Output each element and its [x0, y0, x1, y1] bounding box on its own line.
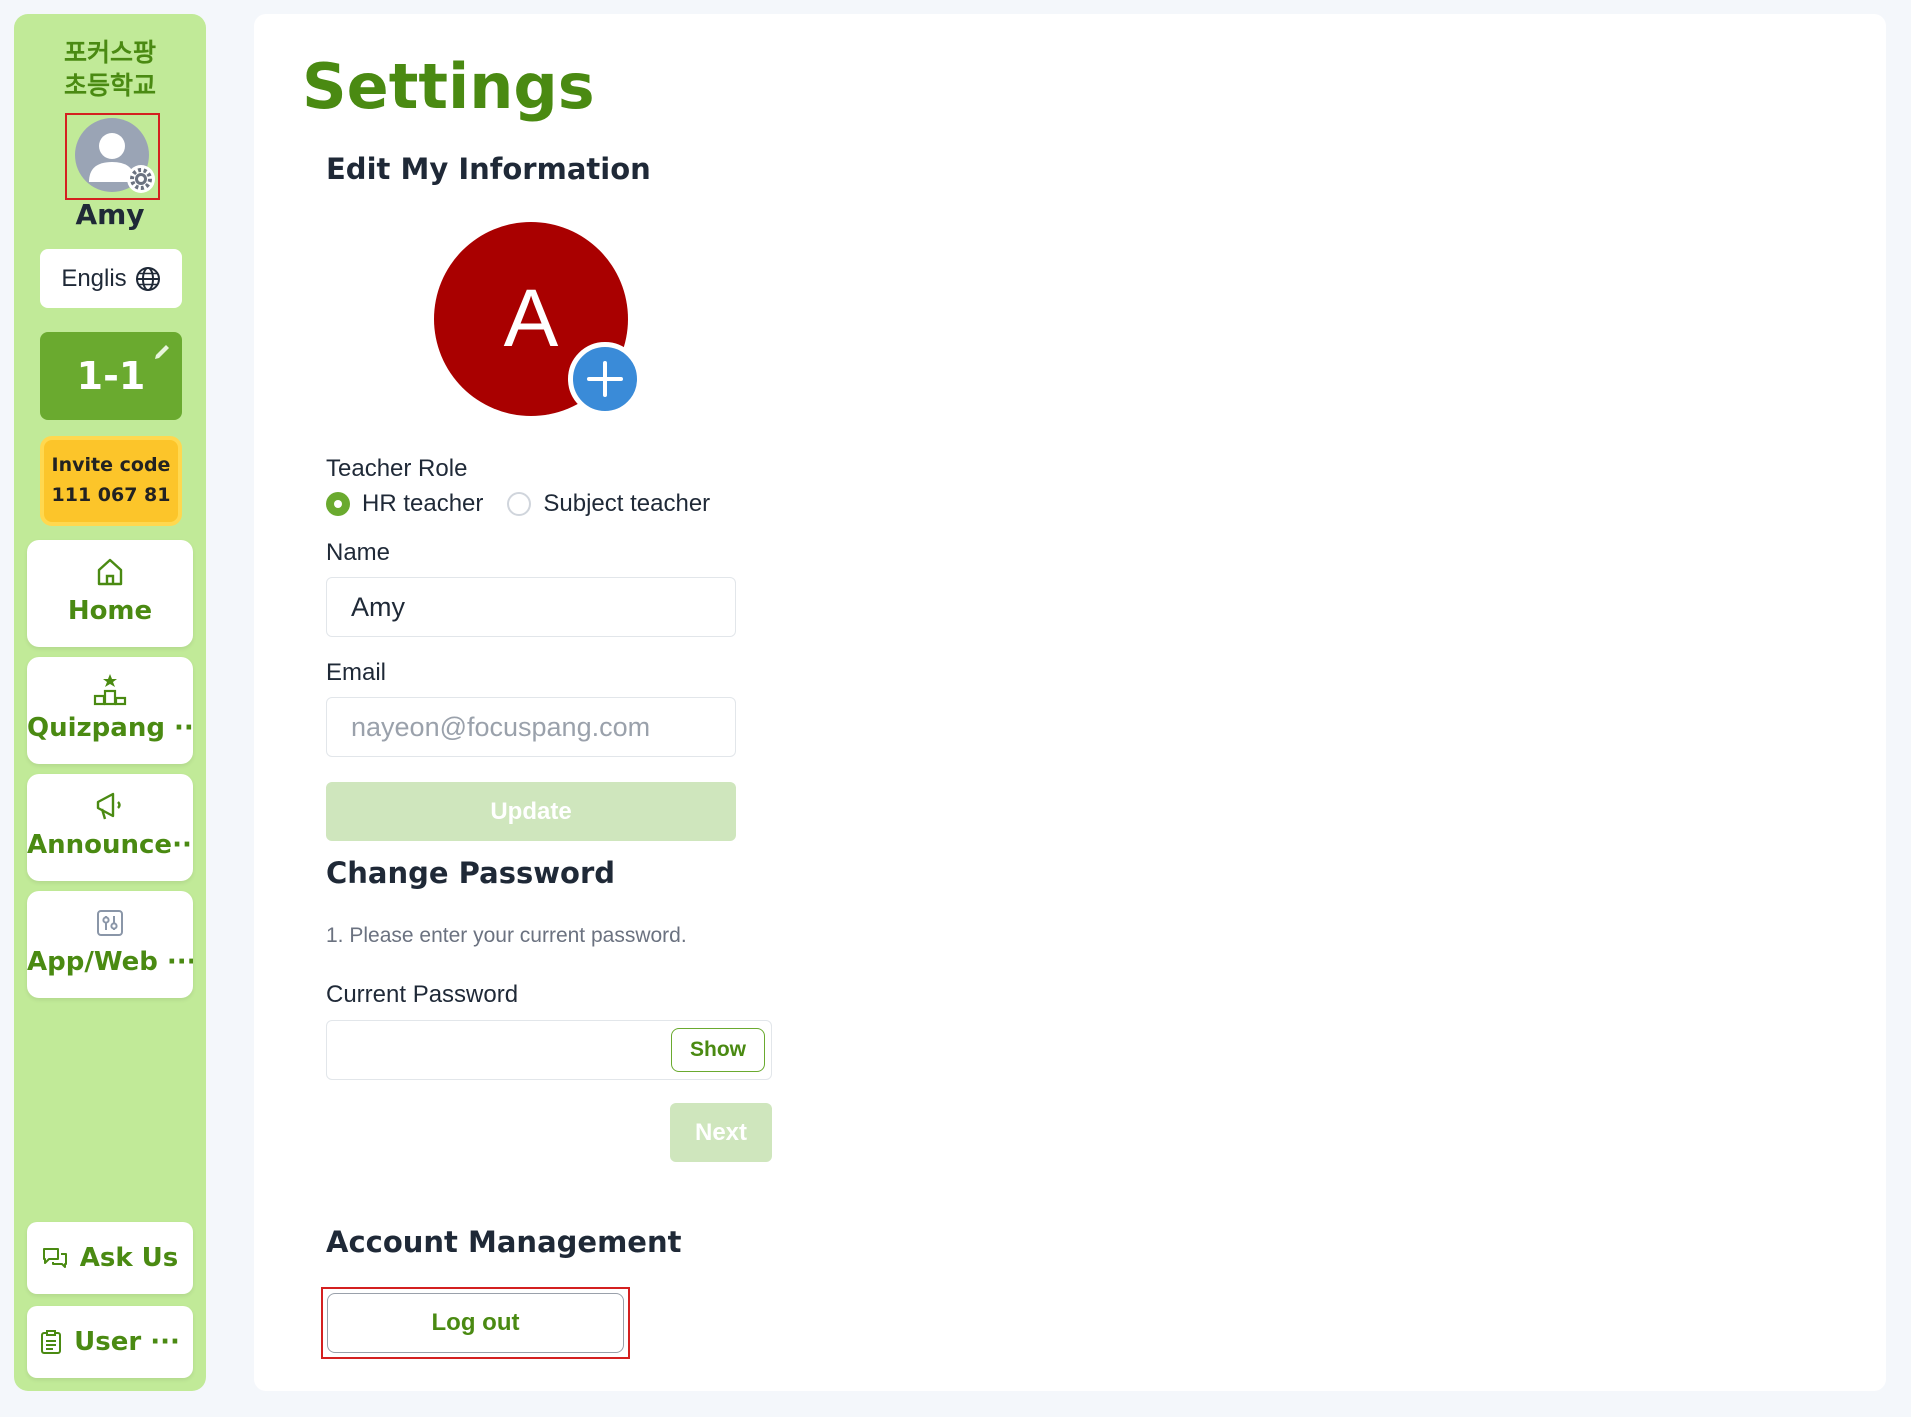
class-selector-button[interactable]: 1-1	[40, 332, 182, 420]
update-button[interactable]: Update	[326, 782, 736, 841]
edit-info-heading: Edit My Information	[326, 152, 651, 186]
clipboard-icon	[41, 1330, 62, 1354]
radio-unchecked-indicator	[507, 492, 532, 516]
name-label: Name	[326, 539, 391, 566]
change-password-heading: Change Password	[326, 856, 616, 890]
invite-label: Invite code	[51, 454, 171, 476]
nav-ask-us[interactable]: Ask Us	[27, 1222, 193, 1294]
teacher-role-label: Teacher Role	[326, 455, 468, 482]
nav-label: Quizpang ···	[27, 713, 193, 743]
class-name: 1-1	[76, 354, 146, 398]
school-name-line1: 포커스팡	[63, 38, 156, 67]
radio-label: HR teacher	[362, 490, 484, 517]
current-password-field: Show	[326, 1020, 772, 1080]
password-hint: 1. Please enter your current password.	[326, 924, 687, 947]
pencil-icon	[155, 345, 169, 359]
gear-icon	[127, 165, 155, 193]
radio-subject-teacher[interactable]: Subject teacher	[507, 490, 710, 518]
nav-label: User ···	[74, 1327, 180, 1357]
teacher-role-group: HR teacher Subject teacher	[326, 490, 734, 518]
radio-label: Subject teacher	[543, 490, 711, 517]
avatar-letter: A	[503, 273, 559, 364]
current-password-input[interactable]	[327, 1021, 667, 1079]
show-password-button[interactable]: Show	[671, 1028, 765, 1072]
nav-label: Home	[67, 596, 153, 626]
home-icon	[27, 554, 193, 590]
school-name: 포커스팡 초등학교	[14, 36, 206, 102]
add-photo-button[interactable]	[568, 342, 642, 416]
account-management-heading: Account Management	[326, 1225, 682, 1259]
radio-checked-indicator	[326, 492, 350, 516]
chat-icon	[42, 1248, 67, 1268]
profile-settings-button[interactable]	[65, 113, 160, 200]
page-title: Settings	[302, 50, 595, 123]
plus-icon	[587, 361, 623, 397]
email-label: Email	[326, 659, 387, 686]
language-button[interactable]: Englis	[40, 249, 182, 308]
nav-user[interactable]: User ···	[27, 1306, 193, 1378]
name-input[interactable]	[326, 577, 736, 637]
logout-button[interactable]: Log out	[327, 1293, 624, 1353]
invite-code-badge: Invite code 111 067 81	[40, 436, 182, 526]
radio-hr-teacher[interactable]: HR teacher	[326, 490, 483, 518]
sliders-icon	[27, 905, 193, 941]
nav-label: App/Web ···	[27, 947, 193, 977]
username: Amy	[75, 198, 145, 231]
nav-label: Ask Us	[79, 1243, 179, 1273]
invite-code: 111 067 81	[51, 484, 171, 506]
nav-announcements[interactable]: Announce···	[27, 774, 193, 881]
language-label: Englis	[61, 264, 127, 292]
nav-quizpang[interactable]: Quizpang ···	[27, 657, 193, 764]
school-name-line2: 초등학교	[63, 71, 156, 100]
podium-icon	[27, 671, 193, 707]
logout-highlight: Log out	[321, 1287, 630, 1359]
sidebar: 포커스팡 초등학교 Amy Englis 1-1 Invite code 111…	[14, 14, 206, 1391]
email-input[interactable]	[326, 697, 736, 757]
next-button[interactable]: Next	[670, 1103, 772, 1162]
current-password-label: Current Password	[326, 981, 519, 1008]
nav-app-web[interactable]: App/Web ···	[27, 891, 193, 998]
nav-home[interactable]: Home	[27, 540, 193, 647]
megaphone-icon	[27, 788, 193, 824]
globe-icon	[135, 266, 160, 291]
nav-label: Announce···	[27, 830, 193, 860]
